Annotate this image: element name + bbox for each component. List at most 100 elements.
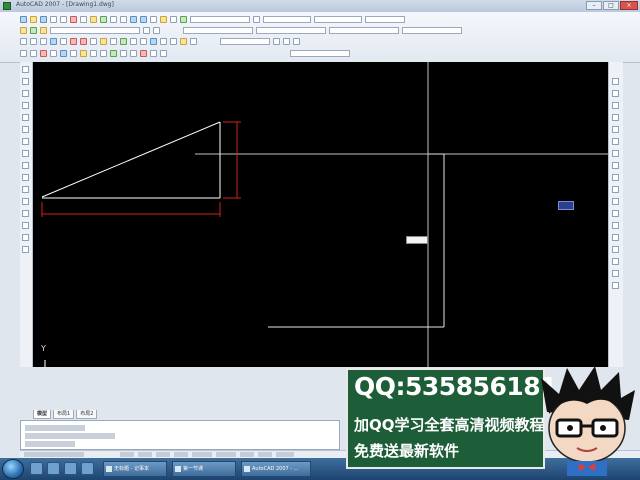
pan-icon[interactable] — [130, 16, 137, 23]
circle-palette-icon[interactable] — [22, 138, 29, 145]
erase-palette-icon[interactable] — [612, 78, 619, 85]
copy-object-icon[interactable] — [30, 50, 37, 57]
leader-palette-icon[interactable] — [612, 282, 619, 289]
match-properties-icon[interactable] — [100, 16, 107, 23]
copy-icon[interactable] — [80, 16, 87, 23]
rotate-icon[interactable] — [80, 50, 87, 57]
break-palette-icon[interactable] — [612, 210, 619, 217]
pline-palette-icon[interactable] — [22, 90, 29, 97]
drawing-canvas[interactable]: Y X — [33, 62, 608, 367]
make-current-layer-icon[interactable] — [143, 27, 150, 34]
ellipse-palette-icon[interactable] — [22, 174, 29, 181]
xline-palette-icon[interactable] — [22, 78, 29, 85]
scale-palette-icon[interactable] — [612, 162, 619, 169]
text-style-dropdown[interactable] — [263, 16, 311, 23]
rectangle-palette-icon[interactable] — [22, 114, 29, 121]
circle-icon[interactable] — [80, 38, 87, 45]
offset-palette-icon[interactable] — [612, 114, 619, 121]
browser-quicklaunch-icon[interactable] — [47, 462, 60, 475]
polygon-palette-icon[interactable] — [22, 102, 29, 109]
point-palette-icon[interactable] — [22, 198, 29, 205]
text-palette-icon[interactable] — [22, 246, 29, 253]
dyn-toggle[interactable] — [240, 452, 254, 457]
properties-icon[interactable] — [160, 16, 167, 23]
polyline-icon[interactable] — [40, 38, 47, 45]
otrack-toggle[interactable] — [216, 452, 236, 457]
workspace-settings-icon[interactable] — [253, 16, 260, 23]
zoom-icon[interactable] — [140, 16, 147, 23]
new-file-icon[interactable] — [20, 16, 27, 23]
color-dropdown[interactable] — [183, 27, 253, 34]
dimension-radius-icon[interactable] — [293, 38, 300, 45]
dimension-aligned-icon[interactable] — [283, 38, 290, 45]
tab-layout2[interactable]: 布局2 — [76, 410, 98, 419]
media-quicklaunch-icon[interactable] — [64, 462, 77, 475]
multiline-text-icon[interactable] — [190, 38, 197, 45]
dim-palette-icon[interactable] — [612, 270, 619, 277]
snap-toggle[interactable] — [120, 452, 134, 457]
taskbar-item-lesson[interactable]: 第一节课 — [172, 461, 236, 477]
spline-palette-icon[interactable] — [22, 162, 29, 169]
fillet-icon[interactable] — [150, 50, 157, 57]
polygon-icon[interactable] — [50, 38, 57, 45]
hatch-icon[interactable] — [150, 38, 157, 45]
model-toggle[interactable] — [276, 452, 294, 457]
copy-palette-icon[interactable] — [612, 90, 619, 97]
line-tool-icon[interactable] — [20, 38, 27, 45]
layer-manager-icon[interactable] — [20, 27, 27, 34]
minimize-button[interactable]: – — [586, 1, 602, 10]
chamfer-palette-icon[interactable] — [612, 234, 619, 241]
explode-icon[interactable] — [160, 50, 167, 57]
grid-toggle[interactable] — [138, 452, 152, 457]
print-icon[interactable] — [50, 16, 57, 23]
dimension-linear-icon[interactable] — [273, 38, 280, 45]
maximize-button[interactable]: □ — [603, 1, 619, 10]
make-block-icon[interactable] — [130, 38, 137, 45]
arc-icon[interactable] — [70, 38, 77, 45]
layer-previous-icon[interactable] — [153, 27, 160, 34]
stretch-palette-icon[interactable] — [612, 174, 619, 181]
point-icon[interactable] — [140, 38, 147, 45]
join-palette-icon[interactable] — [612, 222, 619, 229]
chamfer-icon[interactable] — [140, 50, 147, 57]
open-folder-icon[interactable] — [30, 16, 37, 23]
dim-style-dropdown[interactable] — [314, 16, 362, 23]
ellipse-icon[interactable] — [110, 38, 117, 45]
move-palette-icon[interactable] — [612, 138, 619, 145]
lineweight-dropdown[interactable] — [329, 27, 399, 34]
layer-on-icon[interactable] — [30, 27, 37, 34]
taskbar-item-autocad[interactable]: AutoCAD 2007 - ... — [241, 461, 311, 477]
close-button[interactable]: × — [620, 1, 638, 10]
trim-icon[interactable] — [110, 50, 117, 57]
command-line[interactable] — [20, 420, 340, 450]
undo-icon[interactable] — [110, 16, 117, 23]
arc-palette-icon[interactable] — [22, 126, 29, 133]
gradient-icon[interactable] — [160, 38, 167, 45]
region-icon[interactable] — [170, 38, 177, 45]
mirror-palette-icon[interactable] — [612, 102, 619, 109]
mirror-icon[interactable] — [40, 50, 47, 57]
osnap-toggle[interactable] — [192, 452, 212, 457]
region-palette-icon[interactable] — [22, 222, 29, 229]
trim-palette-icon[interactable] — [612, 186, 619, 193]
dynamic-input-box[interactable] — [406, 236, 428, 244]
scale-dropdown[interactable] — [290, 50, 350, 57]
plotstyle-dropdown[interactable] — [402, 27, 462, 34]
tab-model[interactable]: 模型 — [33, 410, 52, 419]
explode-palette-icon[interactable] — [612, 258, 619, 265]
spline-icon[interactable] — [100, 38, 107, 45]
extend-icon[interactable] — [120, 50, 127, 57]
scale-icon[interactable] — [90, 50, 97, 57]
break-icon[interactable] — [130, 50, 137, 57]
hatch-palette-icon[interactable] — [22, 210, 29, 217]
revision-cloud-icon[interactable] — [90, 38, 97, 45]
taskbar-item-notepad[interactable]: 无标题 - 记事本 — [103, 461, 167, 477]
stretch-icon[interactable] — [100, 50, 107, 57]
erase-icon[interactable] — [20, 50, 27, 57]
paste-icon[interactable] — [90, 16, 97, 23]
polar-toggle[interactable] — [174, 452, 188, 457]
preview-icon[interactable] — [60, 16, 67, 23]
move-icon[interactable] — [70, 50, 77, 57]
construction-line-icon[interactable] — [30, 38, 37, 45]
lwt-toggle[interactable] — [258, 452, 272, 457]
